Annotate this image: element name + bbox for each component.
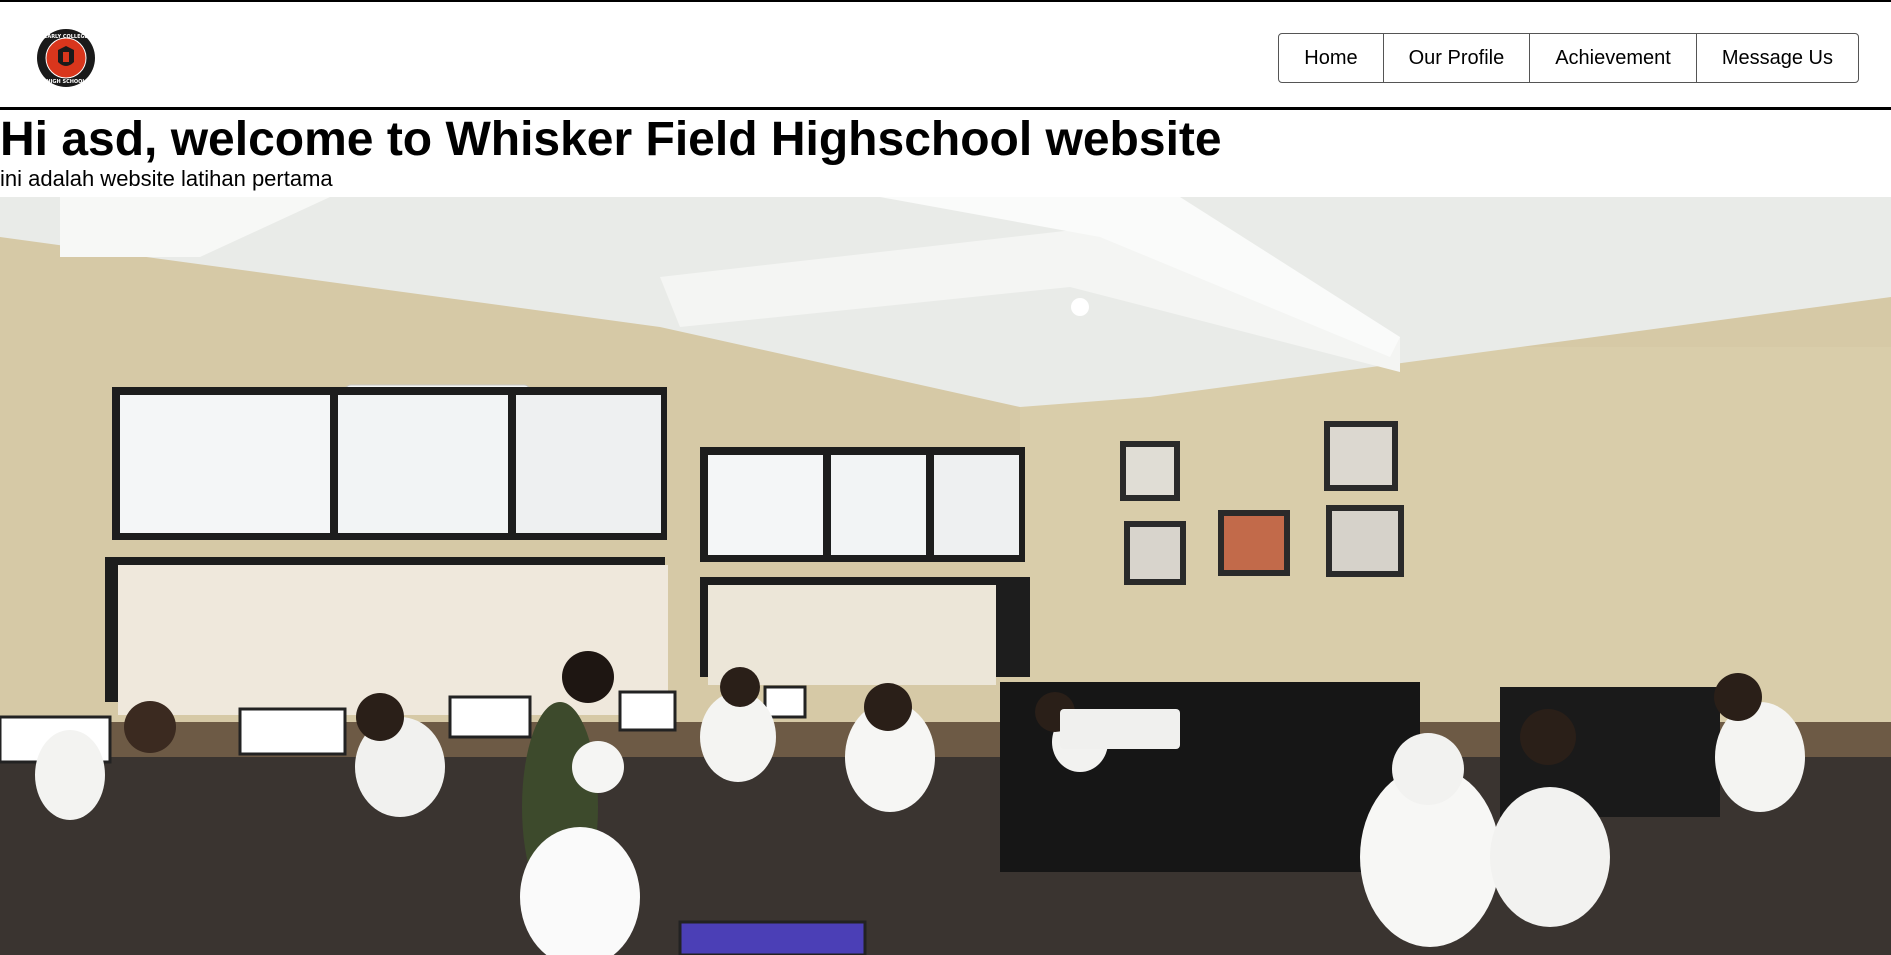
- nav-home[interactable]: Home: [1279, 34, 1382, 82]
- main-nav: Home Our Profile Achievement Message Us: [1278, 33, 1859, 83]
- welcome-subtitle: ini adalah website latihan pertama: [0, 166, 333, 191]
- classroom-photo: [0, 197, 1891, 955]
- nav-achievement[interactable]: Achievement: [1529, 34, 1696, 82]
- welcome-heading: Hi asd, welcome to Whisker Field Highsch…: [0, 113, 1222, 166]
- nav-message-us[interactable]: Message Us: [1695, 34, 1858, 82]
- logo-text-bottom: HIGH SCHOOL: [46, 79, 86, 85]
- nav-our-profile[interactable]: Our Profile: [1382, 34, 1530, 82]
- logo-text-top: EARLY COLLEGE: [44, 34, 89, 40]
- site-header: EARLY COLLEGE HIGH SCHOOL Home Our Profi…: [0, 0, 1891, 110]
- school-logo[interactable]: EARLY COLLEGE HIGH SCHOOL: [36, 28, 96, 88]
- hero-image: [0, 197, 1891, 955]
